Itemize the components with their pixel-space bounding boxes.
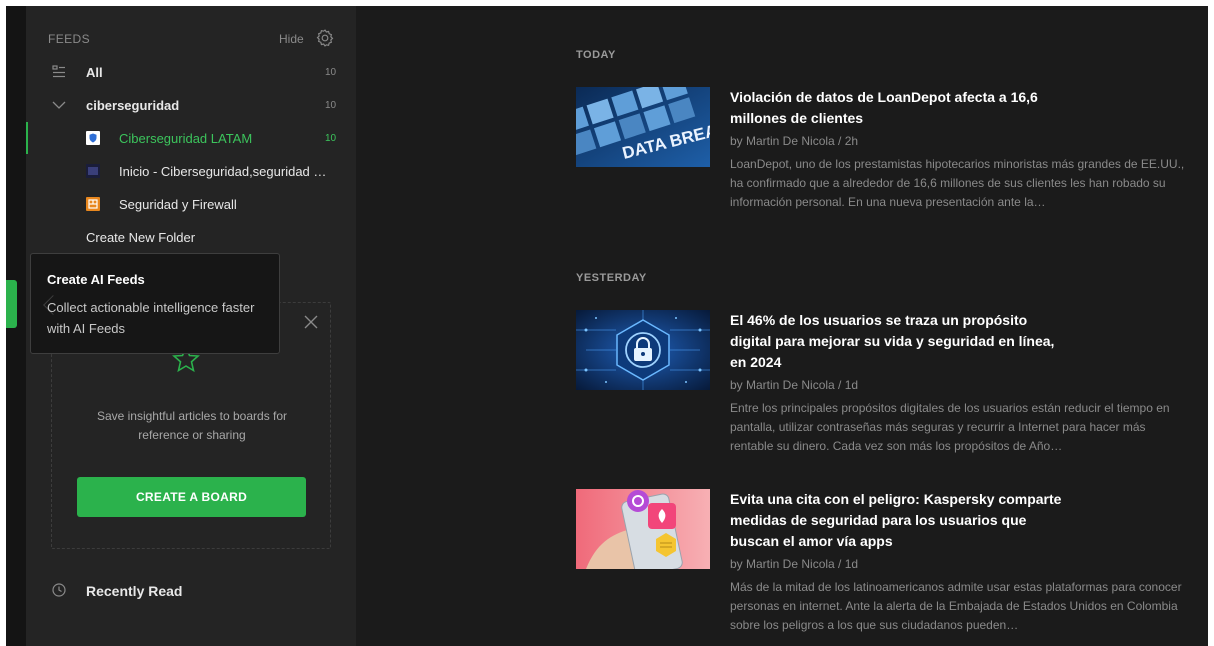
create-folder-link[interactable]: Create New Folder: [26, 221, 356, 253]
unread-count: 10: [325, 132, 337, 144]
create-folder-label: Create New Folder: [86, 229, 196, 245]
shield-favicon-icon: [86, 131, 100, 145]
site-favicon-icon: [86, 164, 100, 178]
feeds-heading: FEEDS: [48, 32, 91, 46]
data-breach-thumbnail[interactable]: DATA BREA: [576, 87, 710, 167]
sidebar-item-recently-read[interactable]: Recently Read: [26, 575, 356, 605]
section-heading-today: TODAY: [576, 49, 616, 61]
hide-sidebar-link[interactable]: Hide: [279, 32, 304, 46]
sidebar-folder-ciberseguridad[interactable]: ciberseguridad 10: [26, 89, 356, 121]
sidebar-item-label: Inicio - Ciberseguridad,seguridad …: [119, 163, 327, 179]
sidebar-item-label: Seguridad y Firewall: [119, 196, 237, 212]
close-icon[interactable]: [304, 315, 318, 329]
list-icon: [52, 65, 65, 78]
article-item[interactable]: El 46% de los usuarios se traza un propó…: [576, 310, 1206, 470]
unread-count: 10: [325, 99, 337, 111]
dating-apps-thumbnail[interactable]: [576, 489, 710, 569]
ai-feeds-tooltip: Create AI Feeds Collect actionable intel…: [30, 253, 280, 354]
firewall-favicon-icon: [86, 197, 100, 211]
article-title[interactable]: Violación de datos de LoanDepot afecta a…: [730, 87, 1065, 129]
sidebar-item-label: All: [86, 64, 103, 80]
sidebar-feed-seguridad-firewall[interactable]: Seguridad y Firewall: [26, 188, 356, 220]
ai-feeds-tab[interactable]: [6, 280, 17, 328]
article-meta: by Martin De Nicola / 2h: [730, 134, 859, 148]
article-title[interactable]: El 46% de los usuarios se traza un propó…: [730, 310, 1065, 373]
article-text: Violación de datos de LoanDepot afecta a…: [730, 87, 1190, 212]
section-heading-yesterday: YESTERDAY: [576, 272, 647, 284]
active-indicator: [26, 122, 28, 154]
sidebar-item-all[interactable]: All 10: [26, 56, 356, 88]
tooltip-title: Create AI Feeds: [47, 272, 145, 287]
article-text: El 46% de los usuarios se traza un propó…: [730, 310, 1190, 456]
sidebar-item-label: ciberseguridad: [86, 97, 180, 113]
chevron-down-icon[interactable]: [52, 101, 66, 109]
article-text: Evita una cita con el peligro: Kaspersky…: [730, 489, 1190, 635]
article-list: TODAY DATA BREA Violación de datos de Lo…: [356, 6, 1208, 646]
clock-icon: [52, 583, 66, 597]
create-board-button[interactable]: CREATE A BOARD: [77, 477, 306, 517]
unread-count: 10: [325, 66, 337, 78]
board-description: Save insightful articles to boards for r…: [96, 409, 288, 442]
article-meta: by Martin De Nicola / 1d: [730, 557, 859, 571]
sidebar-item-label: Recently Read: [86, 583, 183, 599]
padlock-circuit-thumbnail[interactable]: [576, 310, 710, 390]
gear-icon[interactable]: [315, 28, 335, 48]
sidebar-feed-ciberseguridad-latam[interactable]: Ciberseguridad LATAM 10: [26, 122, 356, 154]
article-snippet: Más de la mitad de los latinoamericanos …: [730, 580, 1182, 632]
app-window: FEEDS Hide All 10 ciberseguridad 10 Cibe…: [6, 6, 1208, 646]
article-snippet: Entre los principales propósitos digital…: [730, 401, 1170, 453]
article-title[interactable]: Evita una cita con el peligro: Kaspersky…: [730, 489, 1065, 552]
article-item[interactable]: Evita una cita con el peligro: Kaspersky…: [576, 489, 1206, 639]
article-meta: by Martin De Nicola / 1d: [730, 378, 859, 392]
article-item[interactable]: DATA BREA Violación de datos de LoanDepo…: [576, 87, 1206, 217]
sidebar-feed-inicio-ciberseguridad[interactable]: Inicio - Ciberseguridad,seguridad …: [26, 155, 356, 187]
tooltip-body: Collect actionable intelligence faster w…: [47, 300, 255, 336]
sidebar-item-label: Ciberseguridad LATAM: [119, 130, 253, 146]
article-snippet: LoanDepot, uno de los prestamistas hipot…: [730, 157, 1185, 209]
